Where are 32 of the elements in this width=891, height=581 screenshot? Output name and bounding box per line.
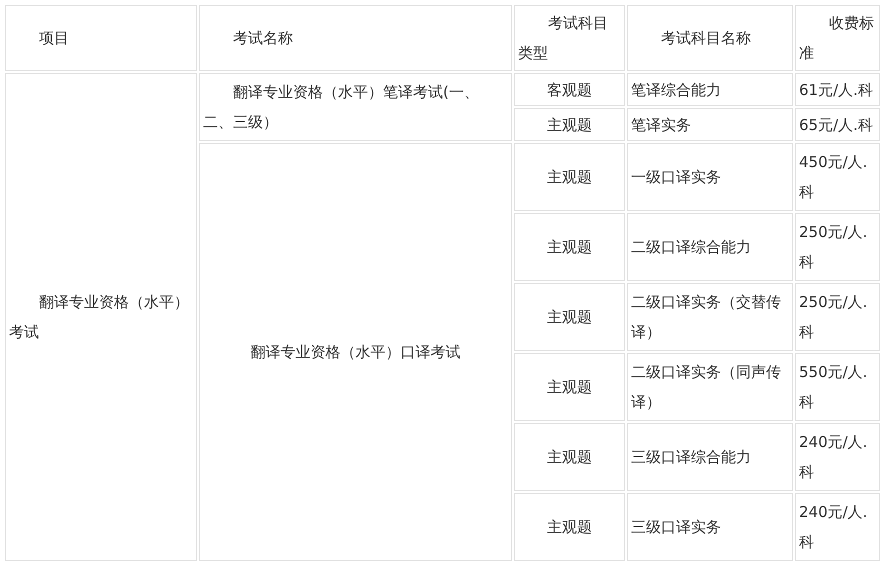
table-cell: 主观题 [514,213,625,281]
table-cell: 240元/人.科 [795,493,880,561]
table-cell: 笔译综合能力 [627,73,793,106]
table-cell: 450元/人.科 [795,143,880,211]
table-cell: 主观题 [514,423,625,491]
table-cell: 250元/人.科 [795,283,880,351]
table-cell: 三级口译实务 [627,493,793,561]
table-cell: 主观题 [514,143,625,211]
table-cell: 主观题 [514,353,625,421]
table-cell: 二级口译实务（同声传译） [627,353,793,421]
table-cell: 主观题 [514,108,625,141]
table-cell: 翻译专业资格（水平）考试 [5,73,197,561]
table-cell: 主观题 [514,493,625,561]
table-cell: 一级口译实务 [627,143,793,211]
table-cell: 翻译专业资格（水平）笔译考试(一、二、三级） [199,73,512,141]
table-cell: 240元/人.科 [795,423,880,491]
table-cell: 550元/人.科 [795,353,880,421]
column-header: 考试科目类型 [514,5,625,71]
table-cell: 250元/人.科 [795,213,880,281]
table-cell: 客观题 [514,73,625,106]
table-cell: 65元/人.科 [795,108,880,141]
table-cell: 三级口译综合能力 [627,423,793,491]
table-cell: 翻译专业资格（水平）口译考试 [199,143,512,561]
table-cell: 笔译实务 [627,108,793,141]
column-header: 项目 [5,5,197,71]
table-cell: 二级口译综合能力 [627,213,793,281]
column-header: 考试科目名称 [627,5,793,71]
column-header: 考试名称 [199,5,512,71]
table-cell: 61元/人.科 [795,73,880,106]
table-cell: 二级口译实务（交替传译） [627,283,793,351]
column-header: 收费标准 [795,5,880,71]
table-cell: 主观题 [514,283,625,351]
